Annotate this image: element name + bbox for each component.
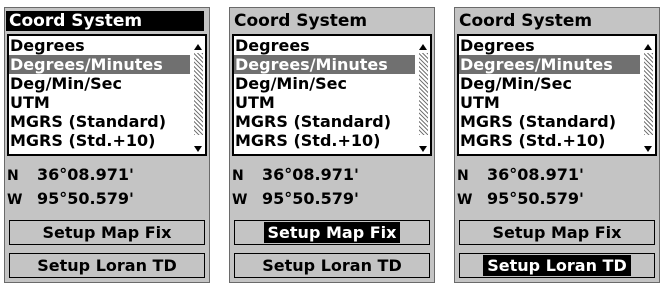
- gps-screen-3: Coord System Degrees Degrees/Minutes Deg/Mi…: [454, 7, 660, 283]
- scroll-track[interactable]: [644, 53, 653, 135]
- longitude-readout: W 95°50.579': [232, 189, 359, 209]
- scroll-down-icon[interactable]: [194, 146, 202, 152]
- button-label: Setup Map Fix: [42, 223, 172, 242]
- scroll-up-icon[interactable]: [194, 44, 202, 50]
- latitude-value: 36°08.971': [487, 165, 584, 184]
- latitude-value: 36°08.971': [262, 165, 359, 184]
- list-item[interactable]: MGRS (Std.+10): [9, 131, 190, 150]
- latitude-readout: N 36°08.971': [457, 165, 584, 185]
- setup-map-fix-button[interactable]: Setup Map Fix: [234, 220, 430, 245]
- scroll-track[interactable]: [194, 53, 203, 135]
- coord-system-list[interactable]: Degrees Degrees/Minutes Deg/Min/Sec UTM MGRS…: [232, 34, 432, 156]
- latitude-readout: N 36°08.971': [7, 165, 134, 185]
- gps-screen-2: Coord System Degrees Degrees/Minutes Deg/Mi…: [229, 7, 435, 283]
- button-label: Setup Map Fix: [492, 223, 622, 242]
- menu-title: Coord System: [459, 11, 593, 31]
- latitude-direction: N: [7, 168, 19, 184]
- list-item[interactable]: Deg/Min/Sec: [9, 74, 190, 93]
- scroll-track[interactable]: [419, 53, 428, 135]
- scroll-up-icon[interactable]: [644, 44, 652, 50]
- setup-loran-td-button[interactable]: Setup Loran TD: [234, 253, 430, 278]
- list-item[interactable]: UTM: [9, 93, 190, 112]
- longitude-value: 95°50.579': [487, 189, 584, 208]
- longitude-direction: W: [232, 192, 248, 208]
- setup-map-fix-button[interactable]: Setup Map Fix: [459, 220, 655, 245]
- longitude-value: 95°50.579': [37, 189, 134, 208]
- coord-system-list[interactable]: Degrees Degrees/Minutes Deg/Min/Sec UTM MGRS…: [7, 34, 207, 156]
- list-item[interactable]: MGRS (Standard): [234, 112, 415, 131]
- button-label: Setup Loran TD: [262, 256, 402, 275]
- list-item[interactable]: UTM: [459, 93, 640, 112]
- list-item[interactable]: MGRS (Standard): [459, 112, 640, 131]
- button-label: Setup Loran TD: [37, 256, 177, 275]
- longitude-direction: W: [7, 192, 23, 208]
- menu-title: Coord System: [234, 11, 368, 31]
- button-label: Setup Map Fix: [263, 222, 401, 243]
- list-item[interactable]: Degrees: [9, 36, 190, 55]
- list-item[interactable]: Degrees/Minutes: [234, 55, 415, 74]
- setup-loran-td-button[interactable]: Setup Loran TD: [459, 253, 655, 278]
- list-item[interactable]: Degrees/Minutes: [459, 55, 640, 74]
- list-item[interactable]: Deg/Min/Sec: [234, 74, 415, 93]
- list-item[interactable]: MGRS (Std.+10): [459, 131, 640, 150]
- setup-loran-td-button[interactable]: Setup Loran TD: [9, 253, 205, 278]
- setup-map-fix-button[interactable]: Setup Map Fix: [9, 220, 205, 245]
- scrollbar[interactable]: [416, 36, 430, 154]
- scrollbar[interactable]: [641, 36, 655, 154]
- scroll-down-icon[interactable]: [419, 146, 427, 152]
- longitude-readout: W 95°50.579': [457, 189, 584, 209]
- latitude-readout: N 36°08.971': [232, 165, 359, 185]
- longitude-value: 95°50.579': [262, 189, 359, 208]
- list-item[interactable]: UTM: [234, 93, 415, 112]
- list-item[interactable]: Deg/Min/Sec: [459, 74, 640, 93]
- list-item[interactable]: Degrees: [234, 36, 415, 55]
- list-item[interactable]: Degrees: [459, 36, 640, 55]
- gps-screen-1: Coord System Degrees Degrees/Minutes Deg/Mi…: [4, 7, 210, 283]
- longitude-readout: W 95°50.579': [7, 189, 134, 209]
- list-item[interactable]: MGRS (Std.+10): [234, 131, 415, 150]
- list-item[interactable]: Degrees/Minutes: [9, 55, 190, 74]
- latitude-value: 36°08.971': [37, 165, 134, 184]
- menu-title: Coord System: [6, 11, 204, 31]
- scroll-down-icon[interactable]: [644, 146, 652, 152]
- scrollbar[interactable]: [191, 36, 205, 154]
- longitude-direction: W: [457, 192, 473, 208]
- scroll-up-icon[interactable]: [419, 44, 427, 50]
- coord-system-list[interactable]: Degrees Degrees/Minutes Deg/Min/Sec UTM MGRS…: [457, 34, 657, 156]
- list-item[interactable]: MGRS (Standard): [9, 112, 190, 131]
- button-label: Setup Loran TD: [483, 255, 631, 276]
- latitude-direction: N: [457, 168, 469, 184]
- latitude-direction: N: [232, 168, 244, 184]
